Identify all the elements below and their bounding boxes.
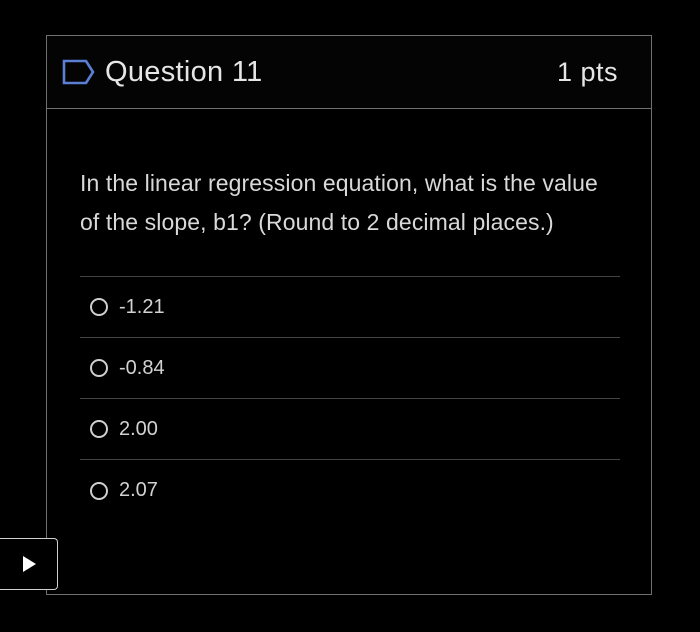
question-prompt: In the linear regression equation, what … [80,170,598,235]
question-body: In the linear regression equation, what … [47,164,651,521]
answer-option[interactable]: 2.07 [80,460,620,521]
radio-button[interactable] [90,420,108,438]
question-header-left: Question 11 [61,56,263,89]
radio-button[interactable] [90,298,108,316]
answer-option[interactable]: -0.84 [80,338,620,399]
question-card: Question 11 1 pts In the linear regressi… [46,35,652,595]
flag-question-icon[interactable] [61,58,97,86]
answer-option[interactable]: 2.00 [80,399,620,460]
flag-outline-icon [62,59,95,85]
radio-button[interactable] [90,359,108,377]
play-icon [22,556,36,572]
answer-option[interactable]: -1.21 [80,277,620,338]
answer-label: 2.00 [119,417,158,440]
answer-label: 2.07 [119,479,158,501]
answer-label: -0.84 [119,356,165,379]
question-header: Question 11 1 pts [47,36,651,109]
radio-button[interactable] [90,481,108,500]
answer-list: -1.21 -0.84 2.00 2.07 [80,276,620,521]
play-button[interactable] [0,538,58,590]
question-points: 1 pts [556,56,618,87]
question-title: Question 11 [105,55,263,88]
answer-label: -1.21 [119,295,165,318]
